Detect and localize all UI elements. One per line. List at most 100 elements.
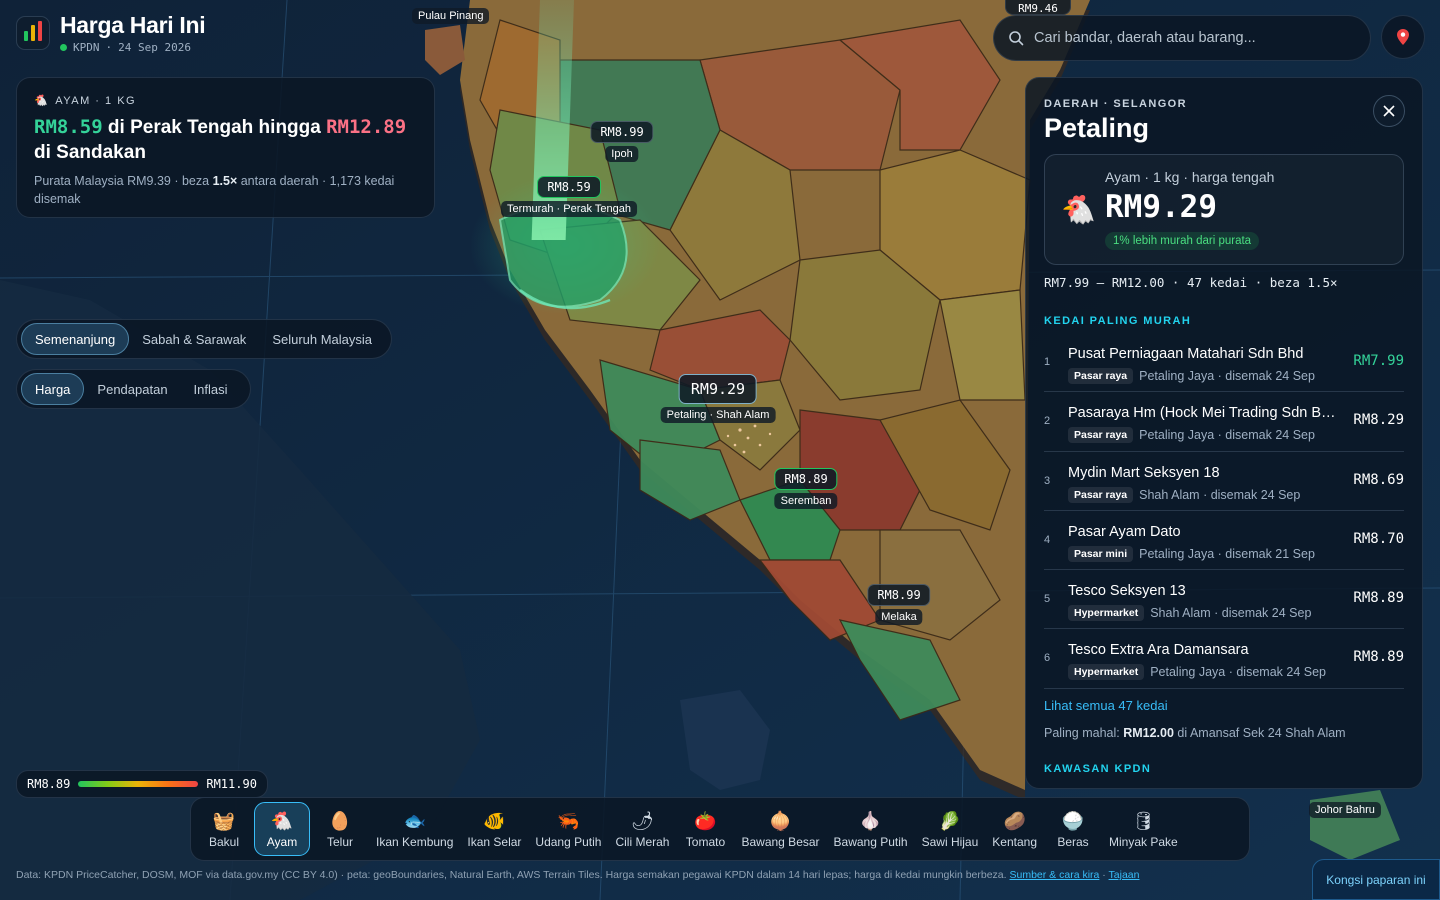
item-telur[interactable]: 🥚 Telur — [312, 802, 368, 856]
item-bawang-besar[interactable]: 🧅 Bawang Besar — [735, 802, 825, 856]
item-tomato[interactable]: 🍅 Tomato — [677, 802, 733, 856]
marker-place: Termurah · Perak Tengah — [501, 201, 637, 217]
sources-link[interactable]: Sumber & cara kira — [1010, 869, 1100, 881]
legend-min: RM8.89 — [27, 777, 71, 791]
marker-price: RM8.59 — [537, 176, 601, 198]
shop-location: Petaling Jaya · disemak 24 Sep — [1139, 369, 1315, 383]
chicken-icon: 🐔 — [1061, 194, 1096, 225]
item-ikan-selar[interactable]: 🐠 Ikan Selar — [461, 802, 527, 856]
search-bar — [993, 15, 1371, 61]
search-input[interactable] — [1034, 30, 1354, 46]
item-label: Bawang Besar — [741, 834, 820, 849]
tab-sabah-sarawak[interactable]: Sabah & Sarawak — [129, 323, 259, 355]
item-label: Cili Merah — [615, 834, 670, 849]
item-label: Ikan Kembung — [376, 834, 454, 849]
tab-seluruh-malaysia[interactable]: Seluruh Malaysia — [259, 323, 385, 355]
shop-name: Pasar Ayam Dato — [1068, 523, 1181, 540]
item-ikan-kembung[interactable]: 🐟 Ikan Kembung — [370, 802, 459, 856]
item-minyak-pake[interactable]: 🛢 Minyak Pake — [1103, 802, 1184, 856]
shop-name: Tesco Extra Ara Damansara — [1068, 642, 1249, 659]
marker-price: RM8.89 — [774, 468, 838, 490]
priciest-price: RM12.00 — [1123, 725, 1174, 740]
data-date: 24 Sep 2026 — [118, 41, 191, 54]
item-label: Tomato — [685, 834, 726, 849]
footnote-prefix: Purata Malaysia RM9.39 · beza — [34, 174, 213, 188]
item-bawang-putih[interactable]: 🧄 Bawang Putih — [828, 802, 914, 856]
shop-meta: Pasar raya Petaling Jaya · disemak 24 Sep — [1068, 427, 1315, 444]
marker-price: RM8.99 — [590, 121, 654, 143]
tab-pendapatan[interactable]: Pendapatan — [84, 373, 180, 405]
item-icon: 🥚 — [328, 810, 352, 831]
summary-headline: RM8.59 di Perak Tengah hingga RM12.89 di… — [34, 115, 418, 165]
map-label-johor-bahru[interactable]: Johor Bahru — [1309, 802, 1381, 818]
item-kentang[interactable]: 🥔 Kentang — [986, 802, 1043, 856]
item-udang-putih[interactable]: 🦐 Udang Putih — [529, 802, 607, 856]
headline-end: di Sandakan — [34, 142, 146, 163]
tab-inflasi[interactable]: Inflasi — [181, 373, 241, 405]
shop-price: RM8.70 — [1353, 530, 1404, 547]
shop-type-badge: Pasar raya — [1068, 486, 1134, 503]
shop-row[interactable]: 4 Pasar Ayam Dato Pasar mini Petaling Jay… — [1044, 511, 1404, 571]
see-all-shops-link[interactable]: Lihat semua 47 kedai — [1044, 698, 1404, 713]
item-icon: 🌶 — [631, 810, 654, 831]
district-detail-panel: DAERAH · SELANGOR Petaling 🐔 Ayam · 1 kg… — [1025, 77, 1423, 789]
location-pin-icon — [1397, 29, 1409, 45]
item-label: Telur — [326, 834, 353, 849]
cheapest-shops-heading: KEDAI PALING MURAH — [1044, 315, 1192, 327]
item-label: Ayam — [266, 834, 298, 849]
app-header: Harga Hari Ini KPDN · 24 Sep 2026 — [16, 12, 206, 54]
item-ayam[interactable]: 🐔 Ayam — [254, 802, 310, 856]
shop-rank: 2 — [1044, 415, 1051, 428]
item-icon: 🥔 — [1003, 810, 1026, 831]
map-marker-melaka[interactable]: RM8.99 Melaka — [867, 584, 931, 625]
shop-price: RM8.69 — [1353, 471, 1404, 488]
close-button[interactable] — [1373, 95, 1405, 127]
item-label: Sawi Hijau — [921, 834, 979, 849]
footnote-ratio: 1.5× — [212, 174, 238, 188]
item-beras[interactable]: 🍚 Beras — [1045, 802, 1101, 856]
sponsorship-link[interactable]: Tajaan — [1109, 869, 1140, 881]
shop-location: Shah Alam · disemak 24 Sep — [1150, 606, 1312, 621]
marker-price: RM9.29 — [678, 374, 758, 404]
map-marker-seremban[interactable]: RM8.89 Seremban — [774, 468, 838, 509]
shop-meta: Pasar raya Shah Alam · disemak 24 Sep — [1068, 486, 1300, 503]
shop-rank: 5 — [1044, 593, 1051, 606]
priciest-suffix: di Amansaf Sek 24 Shah Alam — [1173, 725, 1346, 740]
shop-name: Mydin Mart Seksyen 18 — [1068, 464, 1220, 481]
shop-row[interactable]: 6 Tesco Extra Ara Damansara Hypermarket P… — [1044, 629, 1404, 689]
shop-location: Petaling Jaya · disemak 21 Sep — [1139, 546, 1315, 561]
map-label-pulau-pinang[interactable]: Pulau Pinang — [412, 8, 490, 24]
map-marker-petaling[interactable]: RM9.29 Petaling · Shah Alam — [660, 374, 776, 423]
price-label: Ayam · 1 kg · harga tengah — [1105, 169, 1275, 185]
share-view-button[interactable]: Kongsi paparan ini — [1312, 859, 1440, 900]
shop-rank: 6 — [1044, 652, 1051, 665]
shop-price: RM7.99 — [1353, 353, 1404, 369]
map-marker-top-edge[interactable]: RM9.46 — [1005, 0, 1071, 15]
priciest-shop-note: Paling mahal: RM12.00 di Amansaf Sek 24 … — [1044, 726, 1404, 740]
lowest-price: RM8.59 — [34, 116, 103, 138]
shop-row[interactable]: 3 Mydin Mart Seksyen 18 Pasar raya Shah A… — [1044, 452, 1404, 511]
map-marker-ipoh[interactable]: RM8.99 Ipoh — [590, 121, 654, 162]
shop-row[interactable]: 5 Tesco Seksyen 13 Hypermarket Shah Alam … — [1044, 570, 1404, 630]
shop-row[interactable]: 2 Pasaraya Hm (Hock Mei Trading Sdn Bhd)… — [1044, 392, 1404, 452]
source-line: KPDN · 24 Sep 2026 — [60, 41, 205, 54]
shop-price: RM8.89 — [1353, 649, 1404, 666]
item-label: Beras — [1057, 834, 1089, 849]
separator-dot: · — [105, 41, 113, 54]
tab-harga[interactable]: Harga — [21, 373, 85, 405]
marker-place: Seremban — [774, 493, 838, 509]
shop-type-badge: Pasar mini — [1068, 545, 1134, 562]
item-cili-merah[interactable]: 🌶 Cili Merah — [609, 802, 675, 856]
item-sawi-hijau[interactable]: 🥬 Sawi Hijau — [916, 802, 985, 856]
shop-rank: 3 — [1044, 474, 1051, 487]
search-icon — [1009, 31, 1024, 46]
shop-row[interactable]: 1 Pusat Perniagaan Matahari Sdn Bhd Pasa… — [1044, 333, 1404, 393]
tab-semenanjung[interactable]: Semenanjung — [21, 323, 130, 355]
shop-name: Pasaraya Hm (Hock Mei Trading Sdn Bhd) — [1068, 405, 1340, 422]
price-range-summary: RM7.99 – RM12.00 · 47 kedai · beza 1.5× — [1044, 275, 1338, 290]
item-bakul[interactable]: 🧺 Bakul — [196, 802, 252, 856]
map-marker-cheapest[interactable]: RM8.59 Termurah · Perak Tengah — [501, 176, 637, 217]
shop-type-badge: Pasar raya — [1068, 427, 1134, 444]
attribution-footer: Data: KPDN PriceCatcher, DOSM, MOF via d… — [16, 869, 1139, 881]
locate-button[interactable] — [1381, 15, 1425, 59]
